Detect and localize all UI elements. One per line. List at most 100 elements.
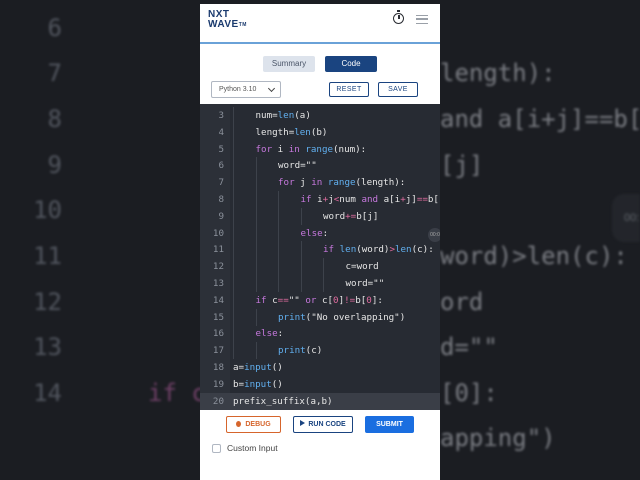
save-button[interactable]: SAVE [378, 82, 418, 97]
submit-button[interactable]: SUBMIT [365, 416, 414, 433]
code-line[interactable]: 12 c=word [200, 258, 440, 276]
code-token: if [255, 294, 267, 306]
code-token: != [344, 294, 356, 306]
code-line[interactable]: 8 if i+j<num and a[i+j]==b[ [200, 191, 440, 208]
code-line[interactable]: 18 a=input() [200, 359, 440, 376]
line-number: 8 [218, 194, 224, 205]
code-token: (length): [355, 177, 406, 189]
background-line-number: 7 [47, 59, 62, 87]
code-token: b= [233, 378, 245, 390]
stopwatch-icon[interactable] [393, 10, 404, 24]
code-token: input [244, 378, 272, 390]
run-code-label: RUN CODE [308, 421, 346, 428]
code-line[interactable]: 7 for j in range(length): [200, 174, 440, 192]
code-line[interactable]: 13 word="" [200, 275, 440, 292]
indent-guide [233, 291, 234, 309]
code-token: length= [255, 126, 295, 138]
code-token: () [271, 362, 283, 373]
line-number: 20 [212, 395, 224, 407]
code-line[interactable]: 19 b=input() [200, 376, 440, 393]
line-number: 18 [212, 362, 224, 373]
debug-button[interactable]: DEBUG [226, 416, 281, 433]
indent-guide [278, 191, 279, 208]
code-text: if i+j<num and a[i+j]==b[ [301, 191, 439, 208]
mobile-app-screen: NXT WAVETM Summary Code Python 3.10 RESE… [200, 4, 440, 480]
indent-guide [233, 241, 234, 259]
code-text: c=word [346, 258, 379, 275]
indent-guide [233, 342, 234, 360]
indent-guide [255, 224, 257, 242]
code-token: "" [373, 278, 385, 289]
background-line-number: 14 [33, 379, 62, 407]
code-token: == [277, 294, 289, 306]
indent-guide [255, 157, 257, 175]
code-line[interactable]: 16 else: [200, 325, 440, 343]
custom-input-checkbox[interactable] [212, 444, 221, 453]
language-select-value: Python 3.10 [219, 86, 257, 93]
indent-guide [278, 258, 279, 276]
line-number: 13 [212, 278, 224, 289]
indent-guide [278, 207, 279, 225]
code-line[interactable]: 17 print(c) [200, 342, 440, 360]
code-token: j [294, 177, 312, 189]
code-token: len [339, 244, 357, 256]
background-code-text: [0]: [440, 379, 498, 407]
background-code-text: ord [440, 288, 484, 316]
language-select[interactable]: Python 3.10 [211, 81, 281, 98]
code-editor[interactable]: 3 num=len(a) 4 length=len(b) 5 for i in range… [200, 104, 440, 410]
code-text: if len(word)>len(c): [323, 241, 434, 258]
code-text: if c=="" or c[0]!=b[0]: [256, 292, 383, 309]
code-text: word="" [346, 275, 385, 292]
indent-guide [255, 258, 257, 276]
code-text: num=len(a) [256, 107, 311, 124]
code-token: in [311, 177, 323, 189]
line-number: 7 [218, 177, 224, 189]
code-token: range [327, 177, 356, 189]
code-token: in [288, 143, 300, 155]
code-line[interactable]: 11 if len(word)>len(c): [200, 241, 440, 259]
code-token: if [300, 194, 312, 205]
indent-guide [233, 275, 234, 292]
code-token: j] [405, 194, 417, 205]
reset-button[interactable]: RESET [329, 82, 369, 97]
code-token: "" [288, 294, 300, 306]
hamburger-menu-icon[interactable] [416, 15, 428, 24]
indent-guide [233, 224, 234, 242]
indent-guide [255, 342, 257, 360]
code-token: else [300, 227, 323, 239]
code-line[interactable]: 6 word="" [200, 157, 440, 175]
run-code-button[interactable]: RUN CODE [293, 416, 353, 433]
code-token: len [394, 244, 412, 256]
code-line[interactable]: 10 else: [200, 224, 440, 242]
code-token: c[ [316, 294, 334, 306]
code-text: else: [256, 325, 284, 342]
code-token: num= [255, 110, 278, 121]
line-number: 14 [212, 294, 224, 306]
code-token: word= [345, 278, 374, 289]
code-line[interactable]: 5 for i in range(num): [200, 140, 440, 158]
background-code-text: word)>len(c): [440, 242, 628, 270]
code-token: (word) [356, 244, 390, 256]
play-icon [300, 420, 306, 426]
code-line[interactable]: 15 print("No overlapping") [200, 308, 440, 326]
indent-guide [233, 258, 234, 276]
indent-guide [300, 207, 302, 225]
code-token: b[ [355, 294, 367, 306]
screen-recorder-watermark: SCREEN RECORDER [330, 460, 440, 471]
code-token: num [339, 194, 362, 205]
code-line[interactable]: 9 word+=b[j] [200, 207, 440, 225]
code-line[interactable]: 20 prefix_suffix(a,b) [200, 392, 440, 410]
tab-summary[interactable]: Summary [263, 56, 315, 72]
code-text: b=input() [233, 376, 283, 393]
code-text: word+=b[j] [323, 208, 378, 225]
code-line[interactable]: 4 length=len(b) [200, 123, 440, 141]
code-line[interactable]: 3 num=len(a) [200, 107, 440, 124]
background-code-text: and a[i+j]==b[ [440, 105, 640, 133]
indent-guide [233, 191, 234, 208]
indent-guide [323, 258, 324, 276]
nxtwave-logo[interactable]: NXT WAVETM [208, 10, 252, 30]
tab-code[interactable]: Code [325, 56, 377, 72]
code-line[interactable]: 14 if c=="" or c[0]!=b[0]: [200, 291, 440, 309]
code-token: word= [278, 160, 306, 172]
timer-badge: 00:0 [428, 228, 440, 242]
